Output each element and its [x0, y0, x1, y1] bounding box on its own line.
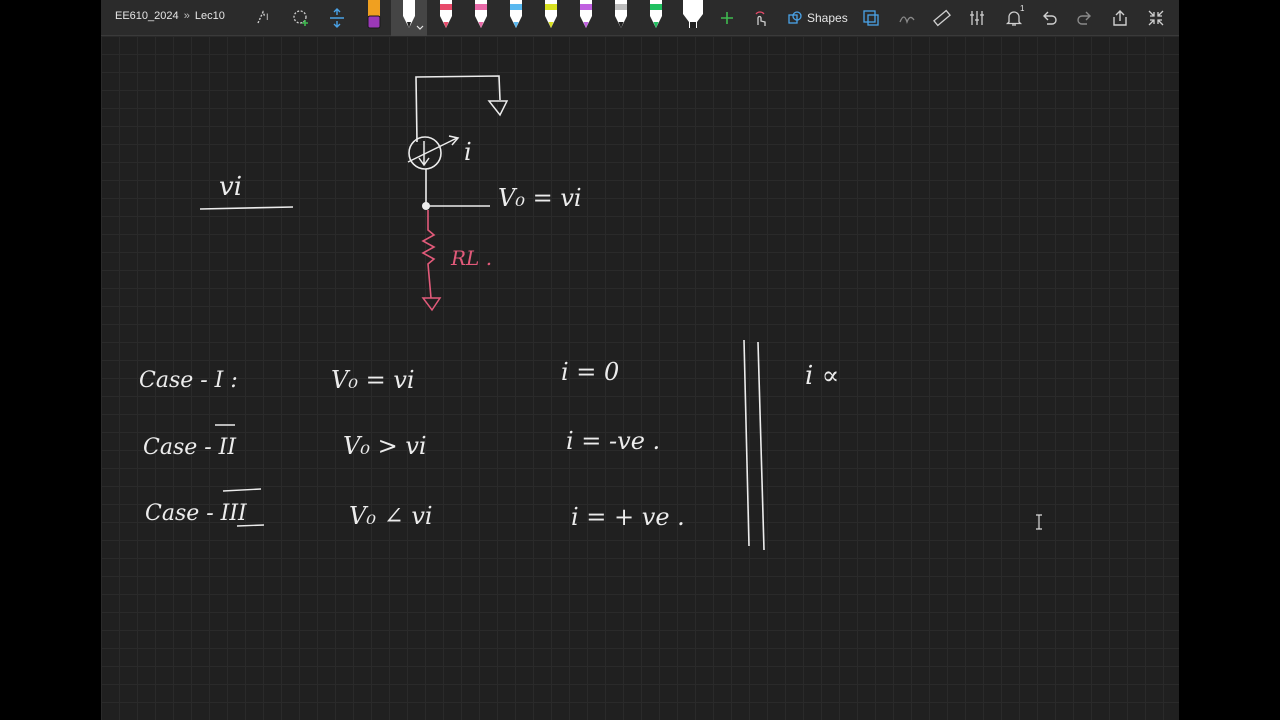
lasso-select-icon[interactable]: I — [253, 6, 277, 30]
breadcrumb[interactable]: EE610_2024 » Lec10 — [115, 10, 225, 22]
output-voltage-label: V₀ = vi — [498, 184, 582, 212]
convert-ink-icon[interactable] — [859, 6, 883, 30]
breadcrumb-separator: » — [183, 10, 190, 22]
highlighter-white[interactable] — [681, 0, 703, 34]
case-3-current: i = + ve . — [571, 503, 685, 531]
pen-pink[interactable] — [436, 0, 456, 34]
eraser-icon[interactable] — [965, 6, 989, 30]
fullscreen-icon[interactable] — [1144, 6, 1168, 30]
draw-toolbar: EE610_2024 » Lec10 I Shapes 1 — [101, 0, 1179, 36]
input-voltage-label: vi — [219, 172, 243, 202]
case-2-label: Case - II — [143, 435, 237, 460]
text-cursor-icon — [1036, 514, 1042, 530]
circuit-sketch — [199, 75, 765, 551]
breadcrumb-page[interactable]: Lec10 — [195, 10, 225, 22]
proportional-note: i ∝ — [805, 361, 840, 391]
onenote-window: EE610_2024 » Lec10 I Shapes 1 vi i V₀ = … — [101, 0, 1179, 720]
pen-magenta[interactable] — [471, 0, 491, 34]
lasso-plus-icon[interactable] — [289, 6, 313, 30]
case-2-relation: V₀ > vi — [343, 432, 427, 460]
shapes-button[interactable]: Shapes — [787, 8, 848, 28]
case-3-label: Case - III — [145, 501, 247, 526]
pen-white-selected[interactable] — [399, 0, 424, 34]
case-3-relation: V₀ ∠ vi — [349, 502, 433, 530]
load-resistor-label: RL . — [451, 246, 493, 270]
case-1-current: i = 0 — [561, 358, 620, 386]
add-space-icon[interactable] — [325, 6, 349, 30]
pen-violet[interactable] — [576, 0, 596, 34]
breadcrumb-notebook[interactable]: EE610_2024 — [115, 10, 179, 22]
add-pen-icon[interactable] — [715, 6, 739, 30]
ink-to-math-icon[interactable] — [895, 6, 919, 30]
case-1-label: Case - I : — [139, 368, 238, 393]
pen-green[interactable] — [646, 0, 666, 34]
pen-yellow[interactable] — [541, 0, 561, 34]
pen-blue[interactable] — [506, 0, 526, 34]
undo-icon[interactable] — [1037, 6, 1061, 30]
notification-count: 1 — [1020, 4, 1025, 13]
shapes-icon — [788, 11, 802, 24]
touch-draw-icon[interactable] — [749, 6, 773, 30]
shapes-label: Shapes — [807, 11, 848, 25]
current-label: i — [464, 138, 472, 166]
note-canvas[interactable]: vi i V₀ = vi RL . Case - I : V₀ = vi i =… — [101, 36, 1179, 720]
svg-text:I: I — [266, 12, 269, 22]
share-icon[interactable] — [1108, 6, 1132, 30]
case-2-current: i = -ve . — [566, 427, 661, 455]
ruler-icon[interactable] — [930, 6, 954, 30]
pen-white[interactable] — [611, 0, 631, 34]
pen-tray-purple[interactable] — [364, 0, 384, 34]
redo-icon[interactable] — [1073, 6, 1097, 30]
case-1-relation: V₀ = vi — [331, 366, 415, 394]
